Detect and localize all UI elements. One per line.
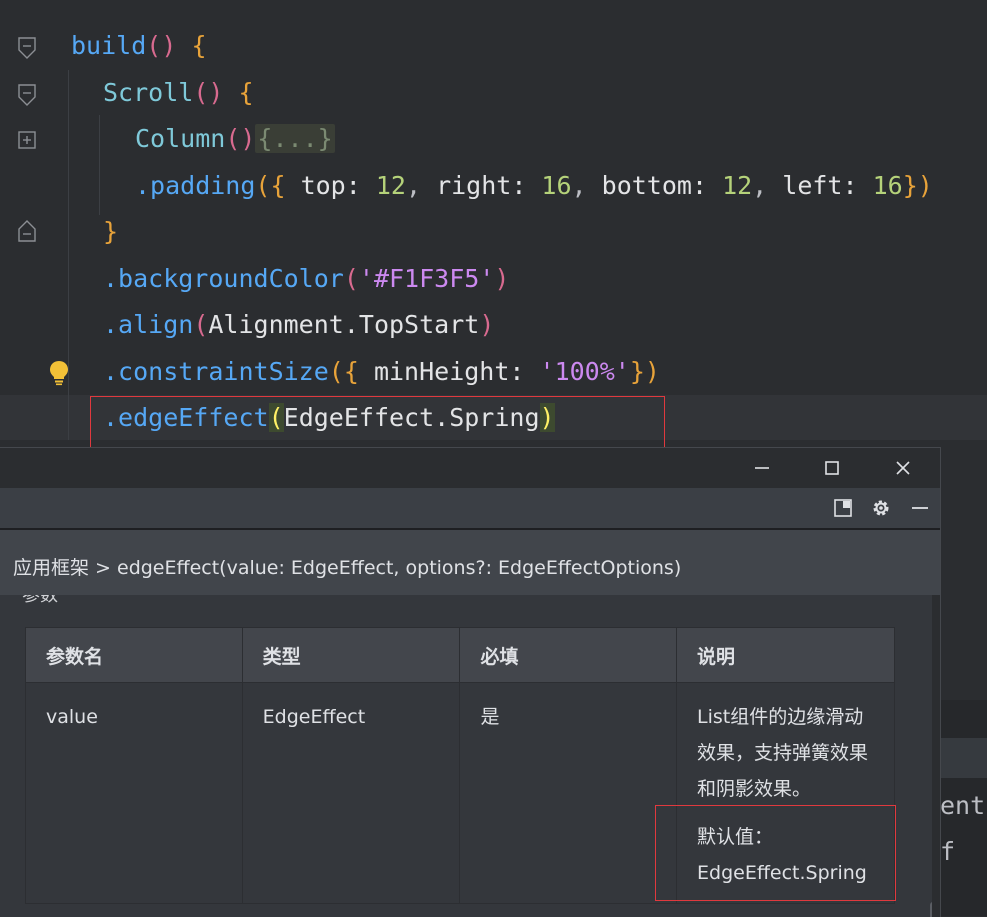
table-header-row: 参数名 类型 必填 说明 — [25, 627, 895, 683]
right-panel-header — [940, 738, 987, 778]
description-text: List组件的边缘滑动效果，支持弹簧效果和阴影效果。 — [697, 706, 869, 800]
lightbulb-icon[interactable] — [48, 360, 70, 386]
code-token: ( — [343, 264, 359, 293]
code-token: minHeight: — [358, 357, 540, 386]
code-token: ({ — [255, 171, 286, 200]
scrollbar-thumb[interactable] — [930, 902, 932, 917]
code-token: top: — [285, 171, 376, 200]
hide-panel-icon[interactable] — [908, 496, 932, 520]
code-token: () — [193, 78, 224, 107]
minimize-icon[interactable] — [746, 452, 778, 484]
code-token: .align — [103, 310, 194, 339]
maximize-icon[interactable] — [816, 452, 848, 484]
code-token: ({ — [328, 357, 359, 386]
code-token: } — [103, 217, 119, 246]
code-token: Scroll — [103, 78, 194, 107]
code-token: 16 — [541, 171, 572, 200]
code-token: ) — [479, 310, 495, 339]
fold-expand-icon[interactable] — [18, 131, 36, 149]
code-token: left: — [782, 171, 873, 200]
popup-toolbar — [0, 488, 940, 530]
breadcrumb: 应用框架 > edgeEffect(value: EdgeEffect, opt… — [0, 530, 940, 595]
param-name-cell: value — [25, 682, 243, 904]
code-token: .padding — [135, 171, 256, 200]
code-token: }) — [902, 171, 933, 200]
code-line-align[interactable]: .align(Alignment.TopStart) — [103, 305, 494, 345]
column-header: 参数名 — [25, 627, 243, 683]
fold-collapse-icon[interactable] — [18, 37, 36, 59]
code-line-column[interactable]: Column(){...} — [135, 119, 335, 159]
documentation-popup[interactable]: 应用框架 > edgeEffect(value: EdgeEffect, opt… — [0, 447, 941, 917]
code-line-close-brace[interactable]: } — [103, 212, 118, 252]
code-token: 12 — [375, 171, 406, 200]
code-token: .backgroundColor — [103, 264, 344, 293]
param-required-cell: 是 — [459, 682, 677, 904]
code-line-build[interactable]: build() { — [71, 26, 207, 66]
code-token: ( — [193, 310, 209, 339]
fold-end-icon[interactable] — [18, 220, 36, 242]
indent-guide — [99, 115, 100, 215]
code-line-background-color[interactable]: .backgroundColor('#F1F3F5') — [103, 259, 509, 299]
code-line-scroll[interactable]: Scroll() { — [103, 73, 254, 113]
code-token: Column — [135, 124, 226, 153]
code-token: build — [71, 31, 147, 60]
code-line-padding[interactable]: .padding({ top: 12, right: 16, bottom: 1… — [135, 166, 933, 206]
code-token: bottom: — [601, 171, 723, 200]
code-token: .constraintSize — [103, 357, 329, 386]
column-header: 类型 — [241, 627, 461, 683]
code-token: '#F1F3F5' — [358, 264, 495, 293]
fold-collapse-icon[interactable] — [18, 84, 36, 106]
code-token: right: — [436, 171, 542, 200]
highlight-box-default — [655, 805, 896, 901]
layout-toggle-icon[interactable] — [831, 496, 855, 520]
code-token: 16 — [872, 171, 903, 200]
param-type-cell: EdgeEffect — [241, 682, 461, 904]
code-token: { — [238, 78, 254, 107]
code-token: () — [146, 31, 177, 60]
code-token: , — [405, 171, 437, 200]
code-token: ) — [494, 264, 510, 293]
close-icon[interactable] — [887, 452, 919, 484]
folded-region[interactable]: {...} — [255, 124, 335, 153]
right-code-fragment: ent — [940, 791, 986, 820]
code-token: , — [571, 171, 602, 200]
code-line-constraint-size[interactable]: .constraintSize({ minHeight: '100%'}) — [103, 352, 660, 392]
column-header: 必填 — [459, 627, 677, 683]
code-token: , — [752, 171, 783, 200]
code-token: { — [191, 31, 207, 60]
code-token: }) — [629, 357, 660, 386]
code-token: '100%' — [539, 357, 630, 386]
code-token: 12 — [722, 171, 753, 200]
section-heading: 参数 — [22, 595, 58, 606]
column-header: 说明 — [676, 627, 895, 683]
right-code-fragment: f — [940, 837, 956, 866]
popup-title-bar[interactable] — [0, 448, 940, 488]
gear-icon[interactable] — [869, 496, 893, 520]
code-token: Alignment.TopStart — [208, 310, 480, 339]
code-token: () — [225, 124, 256, 153]
doc-content[interactable]: 参数 参数名 类型 必填 说明 value EdgeEffect 是 List组… — [0, 595, 932, 917]
